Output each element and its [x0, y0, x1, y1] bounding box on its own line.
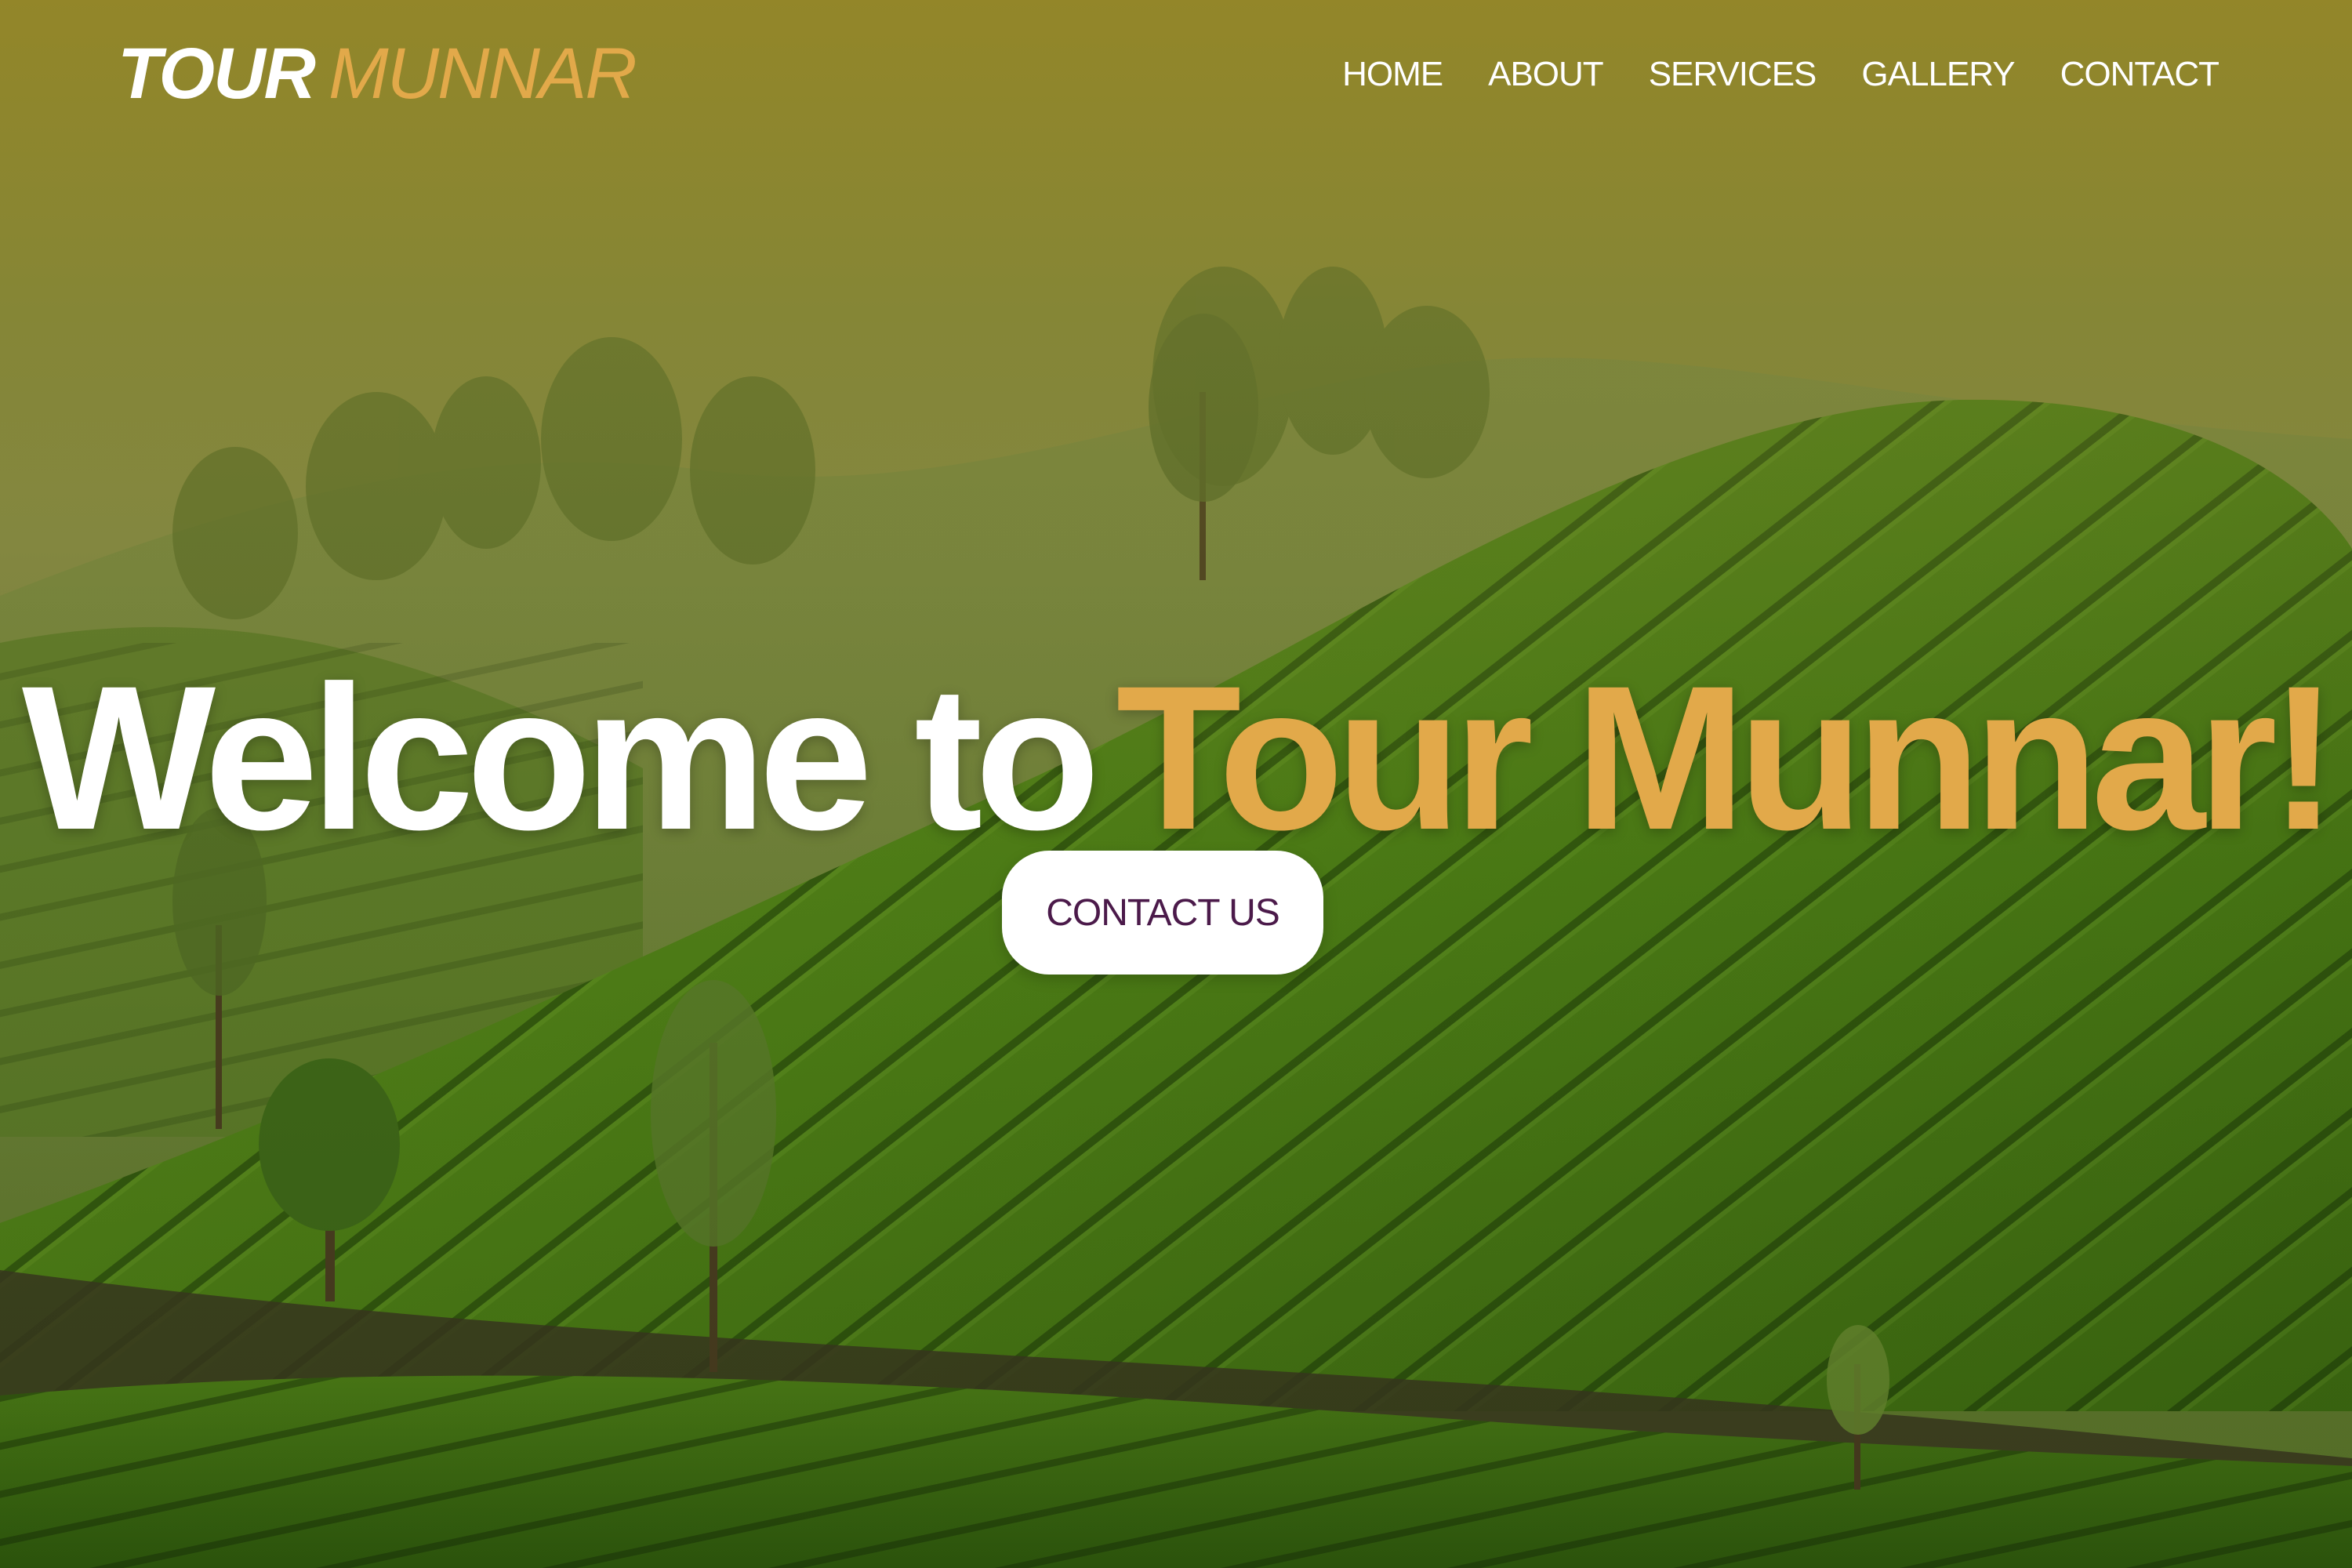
site-header: TOUR MUNNAR HOME ABOUT SERVICES GALLERY C…: [0, 0, 2352, 157]
brand-logo-part-munnar: MUNNAR: [328, 34, 637, 114]
hero-title: Welcome to Tour Munnar!: [0, 655, 2352, 861]
main-nav: HOME ABOUT SERVICES GALLERY CONTACT: [1342, 55, 2220, 94]
landing-page: TOUR MUNNAR HOME ABOUT SERVICES GALLERY C…: [0, 0, 2352, 1568]
nav-home[interactable]: HOME: [1342, 55, 1443, 94]
nav-services[interactable]: SERVICES: [1649, 55, 1817, 94]
brand-logo-part-tour: TOUR: [118, 34, 316, 114]
contact-us-button[interactable]: CONTACT US: [1002, 851, 1323, 975]
nav-about[interactable]: ABOUT: [1488, 55, 1604, 94]
hero-title-tour-munnar: Tour Munnar!: [1116, 642, 2338, 873]
brand-logo[interactable]: TOUR MUNNAR: [118, 38, 637, 110]
nav-contact[interactable]: CONTACT: [2060, 55, 2220, 94]
hero-title-welcome: Welcome to: [21, 642, 1101, 873]
nav-gallery[interactable]: GALLERY: [1861, 55, 2015, 94]
